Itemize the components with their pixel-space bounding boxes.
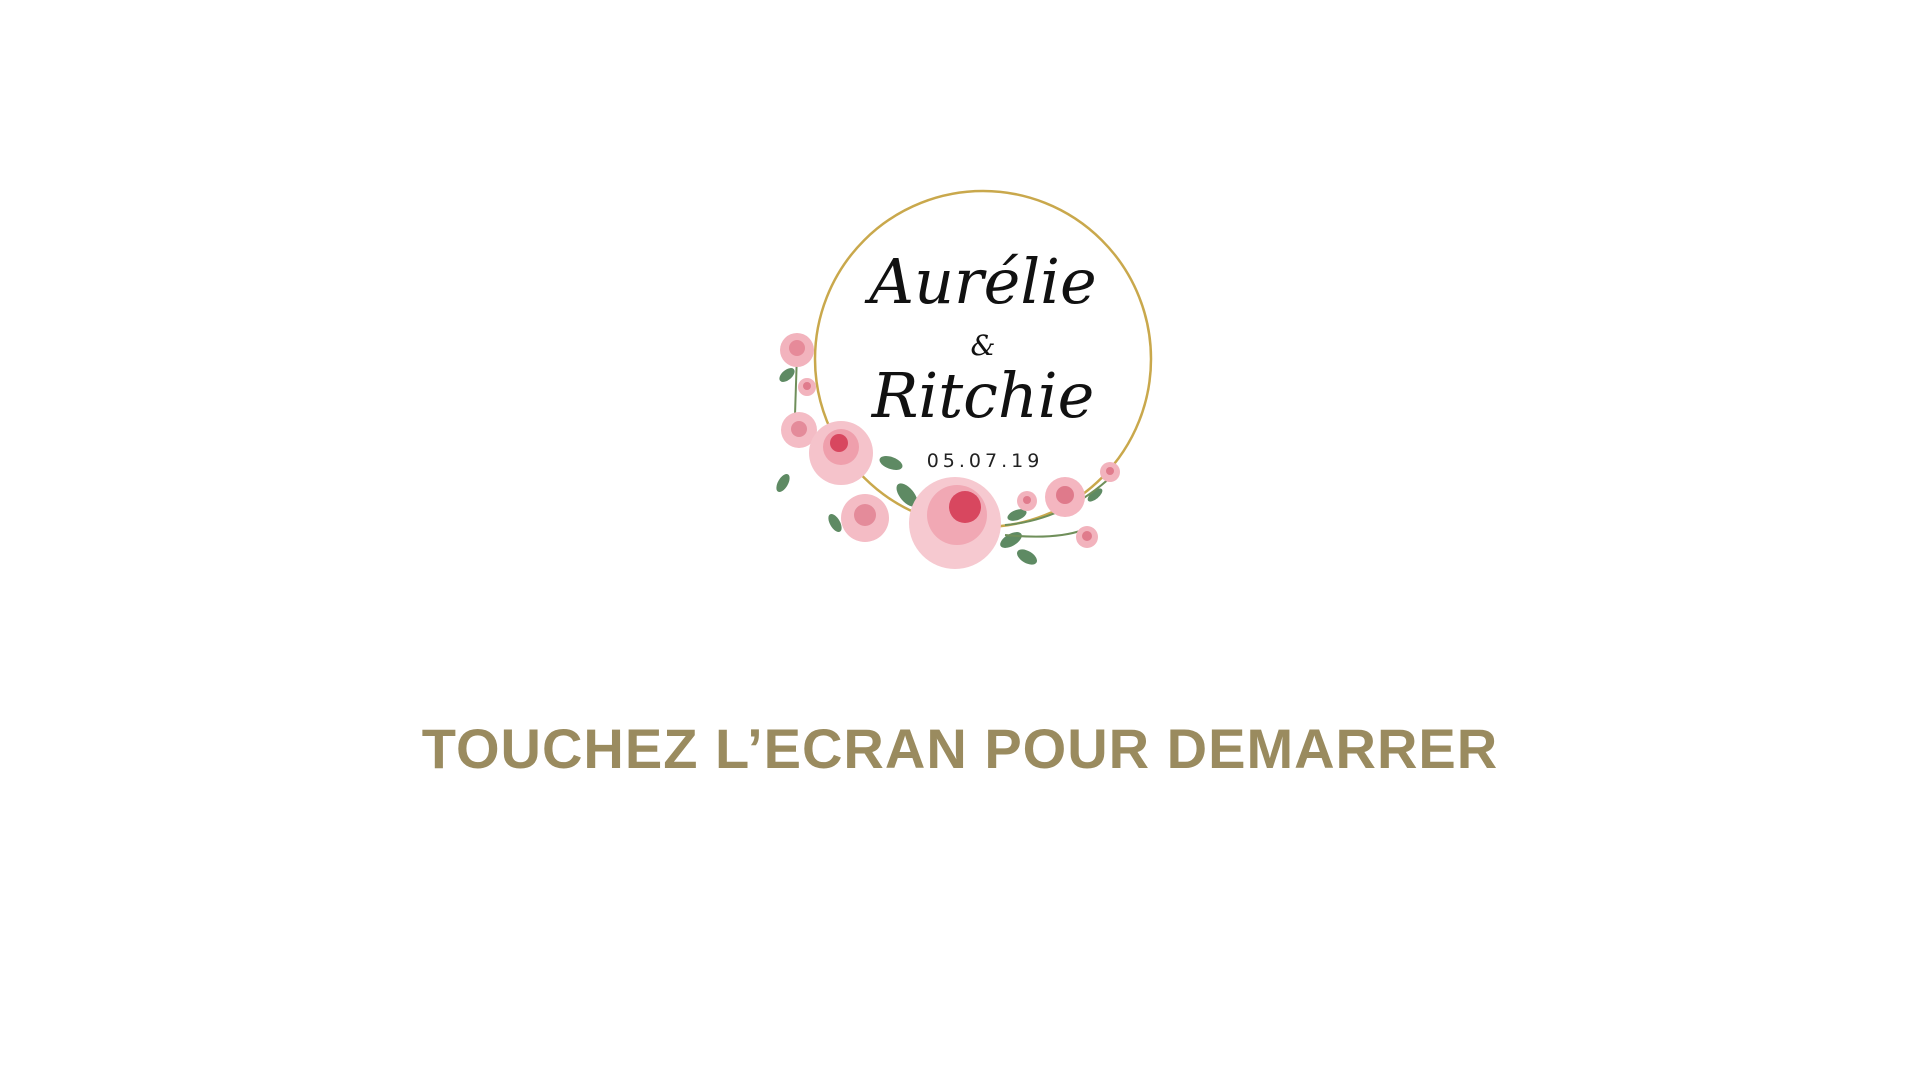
touch-to-start-label[interactable]: TOUCHEZ L’ECRAN POUR DEMARRER [0, 716, 1920, 781]
rose-right [1045, 477, 1085, 517]
floral-wreath-logo: Aurélie & Ritchie 05.07.19 [776, 189, 1153, 569]
start-screen[interactable]: Aurélie & Ritchie 05.07.19 TOUCHEZ L’ECR… [0, 0, 1920, 1080]
rose-left-large [809, 421, 873, 485]
wedding-date: 05.07.19 [927, 450, 1044, 472]
rose-bud-right-2 [1100, 462, 1120, 482]
groom-name: Ritchie [871, 359, 1095, 432]
rose-bottom-left [841, 494, 889, 542]
bride-name: Aurélie [864, 245, 1096, 318]
ampersand: & [971, 329, 996, 362]
rose-center-large [909, 477, 1001, 569]
rose-bud-small [798, 378, 816, 396]
rose-bud-top [780, 333, 814, 367]
rose-bud-right-1 [1017, 491, 1037, 511]
rose-bud-right-3 [1076, 526, 1098, 548]
wedding-logo: Aurélie & Ritchie 05.07.19 [765, 185, 1165, 585]
